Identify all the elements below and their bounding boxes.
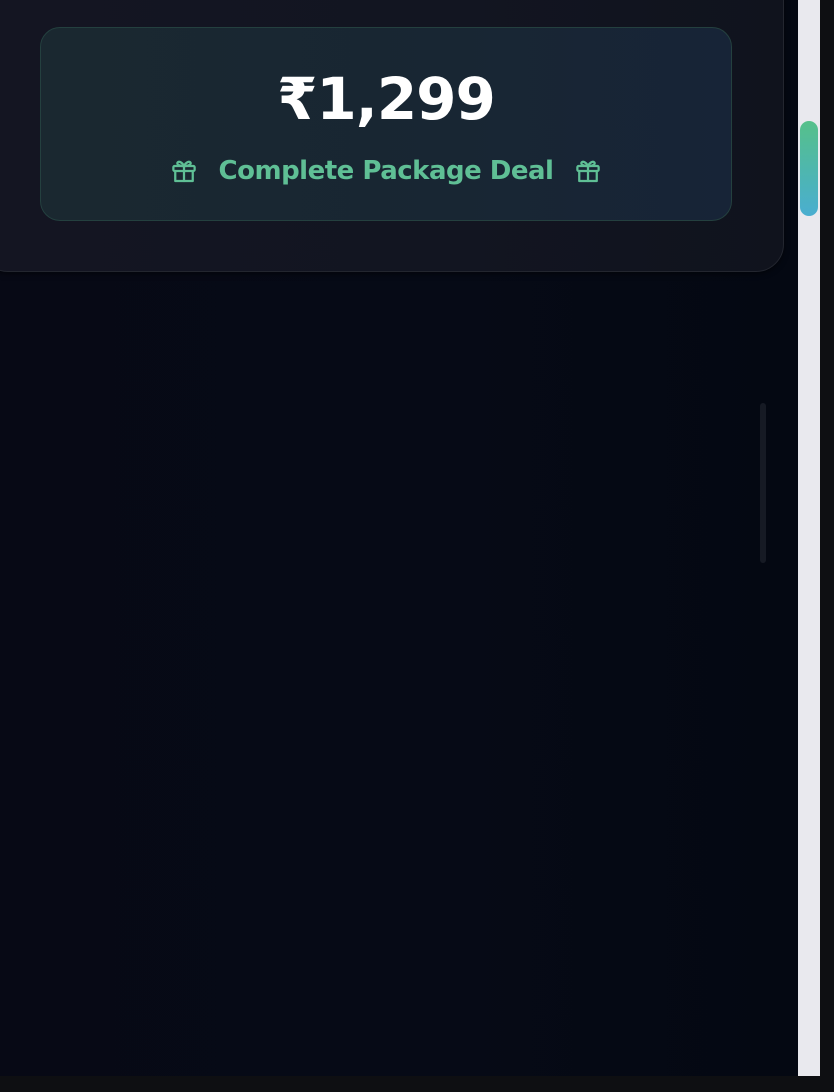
deal-row: Complete Package Deal bbox=[41, 152, 731, 190]
package-card: ₹1,299 Complete Package Deal bbox=[0, 0, 784, 272]
window-edge bbox=[820, 0, 834, 1092]
gift-icon bbox=[573, 156, 603, 186]
price-box: ₹1,299 Complete Package Deal bbox=[40, 27, 732, 221]
page-background: ₹1,299 Complete Package Deal bbox=[0, 0, 798, 1076]
package-price: ₹1,299 bbox=[277, 65, 496, 133]
gift-icon bbox=[169, 156, 199, 186]
inner-scrollbar[interactable] bbox=[760, 403, 766, 563]
window-scrollbar-thumb[interactable] bbox=[800, 121, 818, 216]
window-bottom-edge bbox=[0, 1076, 834, 1092]
deal-label: Complete Package Deal bbox=[218, 156, 554, 186]
